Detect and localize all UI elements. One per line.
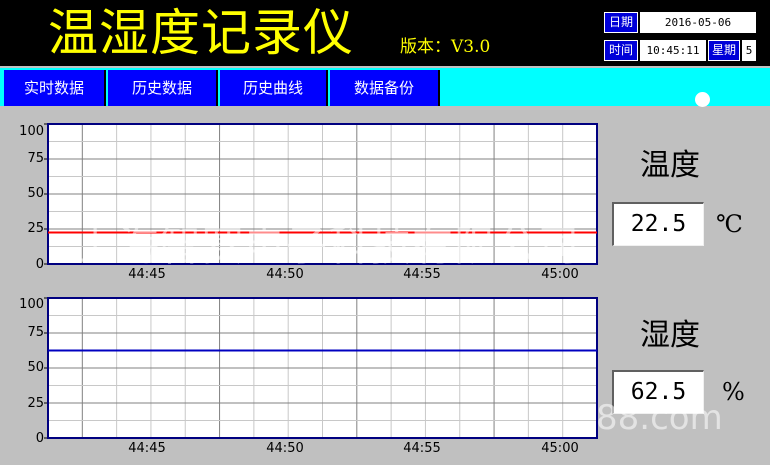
y-tick-label: 0 [35, 431, 44, 446]
temperature-title: 温度 [640, 148, 700, 183]
x-tick-label: 44:45 [128, 441, 166, 456]
x-tick-label: 44:55 [403, 267, 441, 282]
humidity-title: 湿度 [640, 318, 700, 353]
y-tick-label: 100 [19, 124, 44, 139]
x-tick-label: 45:00 [541, 441, 579, 456]
y-tick-label: 50 [27, 186, 44, 201]
y-tick-label: 0 [35, 257, 44, 272]
temperature-unit: ℃ [716, 210, 743, 238]
x-tick-label: 44:50 [266, 267, 304, 282]
x-tick-label: 44:55 [403, 441, 441, 456]
y-tick-label: 100 [19, 297, 44, 312]
y-tick-label: 25 [27, 221, 44, 236]
temperature-readout: 22.5 [612, 202, 704, 246]
y-tick-label: 25 [27, 396, 44, 411]
x-tick-label: 44:50 [266, 441, 304, 456]
humidity-readout: 62.5 [612, 370, 704, 414]
y-tick-label: 75 [27, 151, 44, 166]
x-tick-label: 45:00 [541, 267, 579, 282]
y-tick-label: 50 [27, 360, 44, 375]
x-tick-label: 44:45 [128, 267, 166, 282]
humidity-unit: % [722, 378, 745, 406]
y-tick-label: 75 [27, 325, 44, 340]
